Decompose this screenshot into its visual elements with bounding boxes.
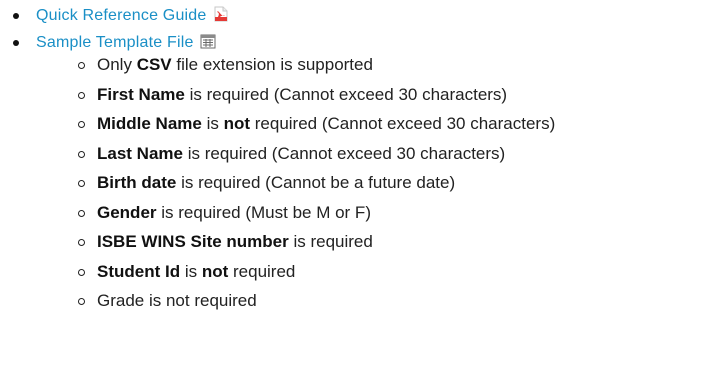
bullet-disc [13,13,19,19]
rule-description: Only [97,55,137,74]
quick-reference-guide-label: Quick Reference Guide [36,7,207,24]
rule-text: First Name is required (Cannot exceed 30… [97,85,507,105]
rule-description: is [201,114,224,133]
rule-item: Grade is not required [0,291,719,321]
rule-field-name: Birth date [97,173,177,192]
rule-item: Gender is required (Must be M or F) [0,203,719,233]
rule-field-name: Middle Name [97,114,202,133]
list-item-sample-template: Sample Template File Only CSV file exten… [0,33,719,321]
bullet-circle [78,121,85,128]
bullet-circle [78,298,85,305]
rule-description: is [180,261,202,281]
bullet-circle [78,180,85,187]
rule-item: Only CSV file extension is supported [0,55,719,85]
sample-template-file-label: Sample Template File [36,34,194,51]
rule-item: First Name is required (Cannot exceed 30… [0,85,719,115]
rule-field-name: Gender [97,202,157,222]
bullet-circle [78,209,85,217]
rule-item: Birth date is required (Cannot be a futu… [0,173,719,203]
rule-field-name: ISBE WINS Site number [97,232,289,251]
rule-item: Last Name is required (Cannot exceed 30 … [0,144,719,174]
bullet-disc [13,40,19,46]
bullet-circle [78,239,85,246]
bullet-circle [78,268,85,276]
rule-description: required [228,261,296,281]
pdf-icon [213,6,229,22]
bullet-circle [78,150,85,158]
rule-text: Birth date is required (Cannot be a futu… [97,173,455,193]
bullet-circle [78,62,85,69]
rule-description: Grade is not required [97,291,257,310]
rule-description: required (Cannot exceed 30 characters) [250,114,556,133]
rule-text: Gender is required (Must be M or F) [97,203,371,223]
rule-text: Grade is not required [97,291,257,311]
rule-item: ISBE WINS Site number is required [0,232,719,262]
rule-description: is required (Must be M or F) [156,202,371,222]
template-rules-list: Only CSV file extension is supported Firs… [0,55,719,321]
rule-item: Middle Name is not required (Cannot exce… [0,114,719,144]
rule-field-name: Last Name [97,143,183,163]
quick-reference-guide-link[interactable]: Quick Reference Guide [36,6,229,26]
rule-field-name: CSV [136,55,172,74]
rule-text: Middle Name is not required (Cannot exce… [97,114,555,134]
rule-field-name: First Name [97,84,185,104]
rule-text: Student Id is not required [97,262,295,282]
rule-text: Last Name is required (Cannot exceed 30 … [97,144,505,164]
rule-field-name: not [201,261,229,281]
list-item-quick-reference: Quick Reference Guide [0,0,719,33]
rule-description: is required [288,232,373,251]
rule-description: is required (Cannot exceed 30 characters… [184,84,508,104]
rule-field-name: Student Id [97,261,181,281]
rule-description: file extension is supported [171,55,373,74]
bullet-circle [78,91,85,99]
rule-field-name: not [223,114,251,133]
download-links-list: Quick Reference Guide Sample Template Fi… [0,0,719,321]
rule-description: is required (Cannot exceed 30 characters… [182,143,506,163]
rule-text: ISBE WINS Site number is required [97,232,373,252]
rule-text: Only CSV file extension is supported [97,55,373,75]
rule-item: Student Id is not required [0,262,719,292]
rule-description: is required (Cannot be a future date) [176,173,456,192]
sample-template-file-link[interactable]: Sample Template File [36,33,216,53]
csv-icon [200,34,216,49]
